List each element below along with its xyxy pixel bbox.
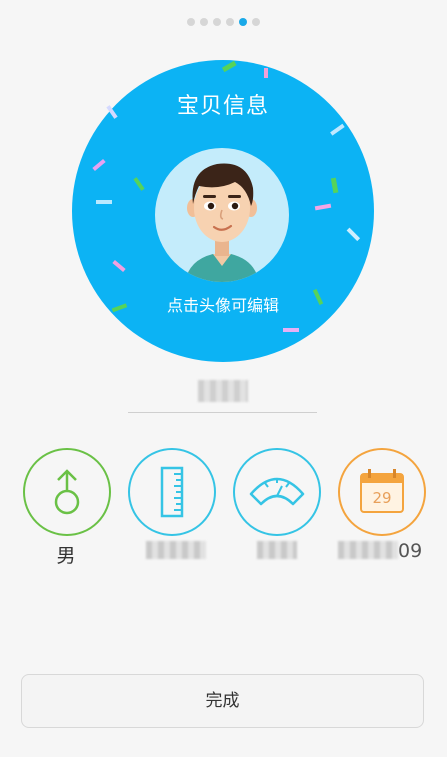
page-indicator xyxy=(0,18,447,28)
male-symbol-icon xyxy=(54,469,80,515)
birthday-button[interactable]: 29 xyxy=(338,448,426,536)
height-button[interactable] xyxy=(128,448,216,536)
page-dot[interactable] xyxy=(226,18,234,26)
weight-button[interactable] xyxy=(233,448,321,536)
calendar-day: 29 xyxy=(372,489,391,507)
calendar-icon: 29 xyxy=(360,469,404,513)
avatar-edit-hint: 点击头像可编辑 xyxy=(166,296,279,315)
gender-button[interactable] xyxy=(23,448,111,536)
page-dot-active[interactable] xyxy=(239,18,247,26)
done-button[interactable]: 完成 xyxy=(21,674,424,728)
page-dot[interactable] xyxy=(252,18,260,26)
page-dot[interactable] xyxy=(187,18,195,26)
page-dot[interactable] xyxy=(213,18,221,26)
birthday-value-suffix: 09 xyxy=(398,540,423,562)
birthday-value xyxy=(338,541,398,559)
gender-value: 男 xyxy=(56,545,76,567)
nickname-field[interactable] xyxy=(198,380,248,402)
boy-avatar-icon xyxy=(185,163,259,282)
ruler-icon xyxy=(160,466,184,518)
weight-value xyxy=(257,541,297,559)
page-dot[interactable] xyxy=(200,18,208,26)
card-title: 宝贝信息 xyxy=(176,94,269,119)
nickname-underline xyxy=(128,412,317,413)
scale-gauge-icon xyxy=(249,477,305,506)
avatar-button[interactable] xyxy=(155,148,289,282)
height-value xyxy=(146,541,206,559)
